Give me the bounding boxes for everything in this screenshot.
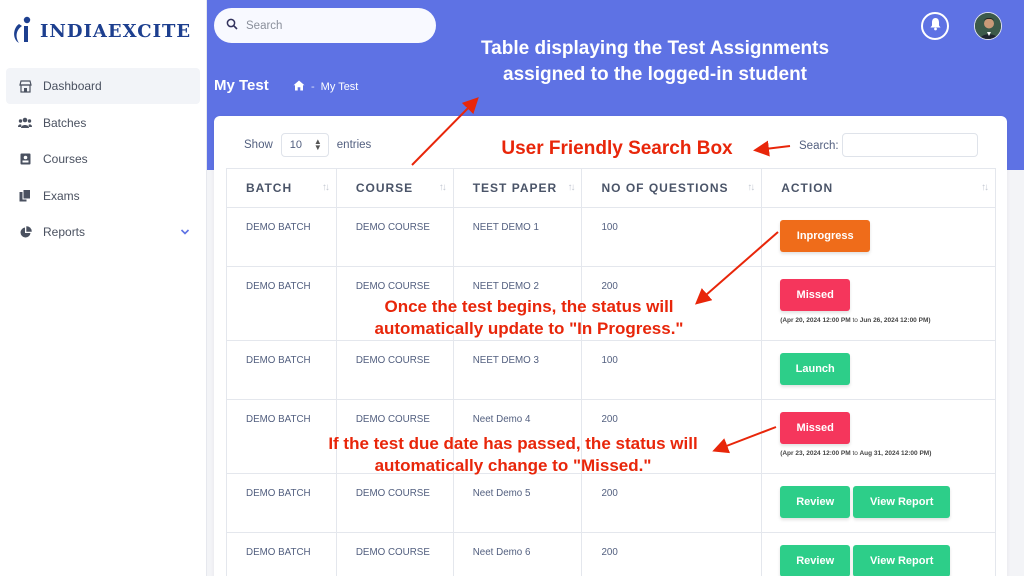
review-button[interactable]: Review bbox=[780, 545, 851, 576]
cell-test-paper: Neet Demo 5 bbox=[452, 473, 583, 533]
cell-batch: DEMO BATCH bbox=[226, 473, 337, 533]
cell-action: Launch bbox=[761, 340, 996, 400]
annotation-missed: If the test due date has passed, the sta… bbox=[328, 434, 698, 475]
cell-questions: 100 bbox=[581, 207, 763, 267]
entries-control: Show 10 ▲ ▼ entries bbox=[244, 133, 371, 157]
cell-action: Review View Report bbox=[761, 532, 996, 576]
entries-label: entries bbox=[336, 139, 372, 151]
table-header-row: BATCH ↑↓ COURSE ↑↓ TEST PAPER ↑↓ NO OF QUES… bbox=[226, 168, 996, 208]
inprogress-button[interactable]: Inprogress bbox=[780, 220, 871, 252]
missed-button[interactable]: Missed bbox=[780, 412, 851, 444]
bell-icon bbox=[929, 17, 942, 36]
view-report-button[interactable]: View Report bbox=[853, 486, 951, 518]
date-range: (Apr 20, 2024 12:00 PM to Jun 26, 2024 1… bbox=[780, 317, 931, 324]
page-title: My Test bbox=[214, 77, 269, 94]
entries-select[interactable]: 10 ▲ ▼ bbox=[280, 133, 329, 157]
notifications-button[interactable] bbox=[921, 12, 949, 40]
cell-questions: 200 bbox=[581, 532, 763, 576]
cell-batch: DEMO BATCH bbox=[226, 340, 337, 400]
column-header-questions[interactable]: NO OF QUESTIONS ↑↓ bbox=[581, 168, 763, 208]
cell-action: Missed (Apr 23, 2024 12:00 PM to Aug 31,… bbox=[761, 399, 996, 474]
cell-action: Inprogress bbox=[761, 207, 996, 267]
cell-course: DEMO COURSE bbox=[335, 532, 454, 576]
cell-questions: 200 bbox=[581, 473, 763, 533]
sidebar-item-exams[interactable]: Exams bbox=[6, 178, 200, 214]
cell-batch: DEMO BATCH bbox=[226, 207, 337, 267]
brand-logo[interactable]: INDIAEXCITE bbox=[10, 14, 200, 48]
table-row: DEMO BATCH DEMO COURSE Neet Demo 5 200 R… bbox=[226, 473, 996, 533]
annotation-inprogress: Once the test begins, the status will au… bbox=[374, 297, 684, 338]
contact-card-icon bbox=[18, 152, 32, 166]
sidebar-item-courses[interactable]: Courses bbox=[6, 141, 200, 177]
sort-icon: ↑↓ bbox=[438, 182, 447, 193]
cell-course: DEMO COURSE bbox=[335, 340, 454, 400]
cell-test-paper: NEET DEMO 1 bbox=[452, 207, 583, 267]
table-row: DEMO BATCH DEMO COURSE NEET DEMO 3 100 L… bbox=[226, 340, 996, 400]
sidebar-item-label: Reports bbox=[43, 225, 86, 240]
brand-name: INDIAEXCITE bbox=[40, 20, 192, 42]
table-row: DEMO BATCH DEMO COURSE Neet Demo 6 200 R… bbox=[226, 532, 996, 576]
copy-icon bbox=[18, 189, 32, 203]
column-header-action[interactable]: ACTION ↑↓ bbox=[761, 168, 996, 208]
review-button[interactable]: Review bbox=[780, 486, 851, 518]
entries-select-value: 10 bbox=[289, 139, 303, 151]
brand-logo-icon bbox=[10, 15, 36, 47]
test-assignments-table: BATCH ↑↓ COURSE ↑↓ TEST PAPER ↑↓ NO OF QUES… bbox=[226, 168, 996, 576]
date-range: (Apr 23, 2024 12:00 PM to Aug 31, 2024 1… bbox=[780, 450, 932, 457]
cell-batch: DEMO BATCH bbox=[226, 532, 337, 576]
annotation-search-box: User Friendly Search Box bbox=[501, 138, 733, 159]
users-icon bbox=[18, 116, 32, 130]
sort-icon: ↑↓ bbox=[747, 182, 755, 193]
breadcrumb-current[interactable]: My Test bbox=[321, 81, 359, 93]
cell-course: DEMO COURSE bbox=[335, 473, 454, 533]
breadcrumb: - My Test bbox=[293, 80, 358, 94]
cell-action: Review View Report bbox=[761, 473, 996, 533]
search-icon bbox=[226, 17, 238, 35]
home-icon[interactable] bbox=[293, 80, 305, 94]
missed-button[interactable]: Missed bbox=[780, 279, 851, 311]
sidebar-item-label: Courses bbox=[43, 152, 88, 167]
column-header-course[interactable]: COURSE ↑↓ bbox=[335, 168, 454, 208]
sidebar-item-label: Exams bbox=[43, 188, 80, 203]
show-label: Show bbox=[244, 139, 273, 151]
sidebar-item-batches[interactable]: Batches bbox=[6, 105, 200, 141]
pie-chart-icon bbox=[18, 225, 32, 239]
column-header-test-paper[interactable]: TEST PAPER ↑↓ bbox=[452, 168, 583, 208]
cell-test-paper: Neet Demo 6 bbox=[452, 532, 583, 576]
global-search[interactable] bbox=[214, 8, 436, 43]
breadcrumb-separator: - bbox=[311, 81, 315, 93]
sidebar-item-reports[interactable]: Reports bbox=[6, 214, 200, 250]
cell-batch: DEMO BATCH bbox=[226, 266, 337, 341]
sidebar-item-dashboard[interactable]: Dashboard bbox=[6, 68, 200, 104]
search-input[interactable] bbox=[246, 19, 416, 32]
cell-questions: 100 bbox=[581, 340, 763, 400]
avatar[interactable] bbox=[974, 12, 1002, 40]
select-arrows-icon: ▲ ▼ bbox=[313, 137, 322, 152]
chevron-down-icon[interactable] bbox=[180, 226, 190, 236]
cell-course: DEMO COURSE bbox=[335, 207, 454, 267]
sidebar-nav: Dashboard Batches Courses Exams Reports bbox=[6, 68, 200, 251]
column-header-batch[interactable]: BATCH ↑↓ bbox=[226, 168, 337, 208]
sidebar-item-label: Dashboard bbox=[43, 79, 102, 93]
sidebar-item-label: Batches bbox=[43, 115, 87, 130]
view-report-button[interactable]: View Report bbox=[853, 545, 951, 576]
sidebar: INDIAEXCITE Dashboard Batches Courses Ex… bbox=[0, 0, 207, 576]
store-icon bbox=[18, 79, 32, 93]
sort-icon: ↑↓ bbox=[981, 182, 989, 193]
table-search-label: Search: bbox=[799, 140, 839, 152]
annotation-table-caption: Table displaying the Test Assignments as… bbox=[480, 38, 830, 85]
cell-action: Missed (Apr 20, 2024 12:00 PM to Jun 26,… bbox=[761, 266, 996, 341]
table-row: DEMO BATCH DEMO COURSE NEET DEMO 1 100 I… bbox=[226, 207, 996, 267]
sort-icon: ↑↓ bbox=[567, 182, 575, 193]
sort-icon: ↑↓ bbox=[321, 182, 330, 193]
table-search-input[interactable] bbox=[842, 133, 978, 157]
cell-test-paper: NEET DEMO 3 bbox=[452, 340, 583, 400]
launch-button[interactable]: Launch bbox=[780, 353, 851, 385]
